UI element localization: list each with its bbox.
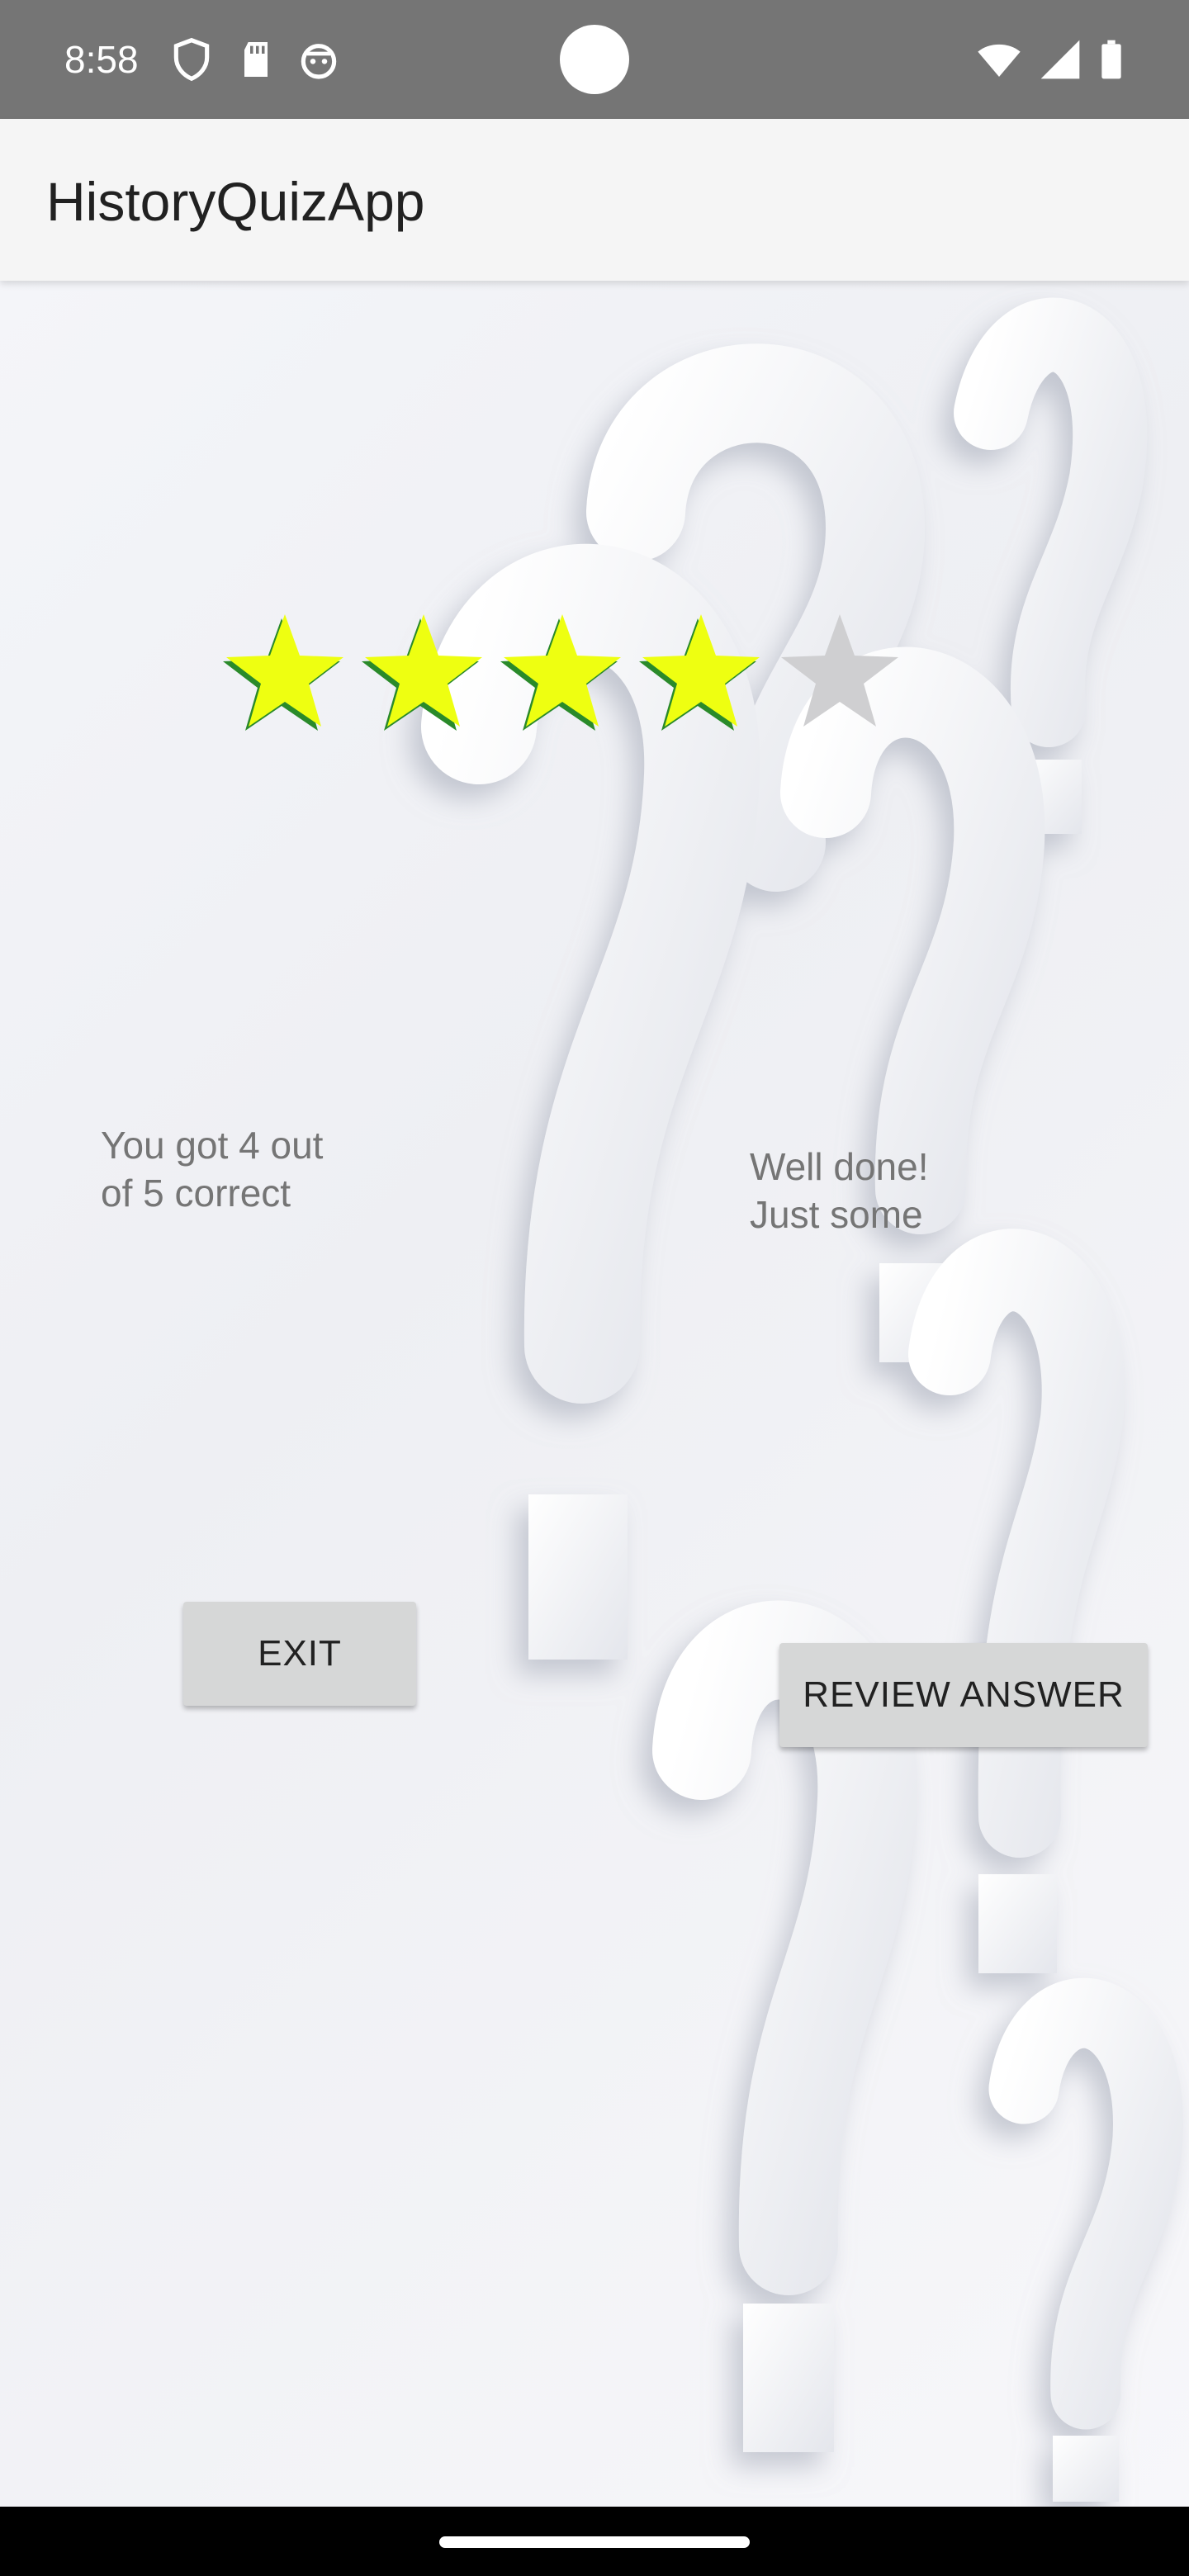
feedback-text: Well done! Just some	[750, 1145, 929, 1236]
screen: 8:58 HistoryQuizApp You got 4 out of 5 c…	[0, 0, 1189, 2576]
result-content: You got 4 out of 5 correct Well done! Ju…	[0, 281, 1189, 2510]
exit-button[interactable]: EXIT	[183, 1602, 416, 1706]
review-answer-button[interactable]: REVIEW ANSWER	[779, 1643, 1148, 1747]
app-bar: HistoryQuizApp	[0, 119, 1189, 281]
status-bar: 8:58	[0, 0, 1189, 119]
rating-bar[interactable]	[223, 611, 917, 735]
sd-card-icon	[233, 36, 279, 83]
star-filled-icon[interactable]	[639, 611, 763, 735]
star-filled-icon[interactable]	[223, 611, 347, 735]
star-empty-icon[interactable]	[778, 611, 902, 735]
robot-icon	[296, 36, 342, 83]
shield-icon	[168, 36, 215, 83]
camera-cutout	[560, 25, 629, 94]
home-gesture-handle[interactable]	[439, 2536, 750, 2548]
signal-icon	[1037, 36, 1083, 83]
status-time: 8:58	[64, 38, 139, 81]
star-filled-icon[interactable]	[362, 611, 486, 735]
wifi-icon	[976, 36, 1022, 83]
star-filled-icon[interactable]	[500, 611, 624, 735]
navigation-bar	[0, 2507, 1189, 2576]
app-title: HistoryQuizApp	[46, 171, 425, 232]
score-text: You got 4 out of 5 correct	[101, 1124, 324, 1215]
battery-icon	[1088, 36, 1135, 83]
